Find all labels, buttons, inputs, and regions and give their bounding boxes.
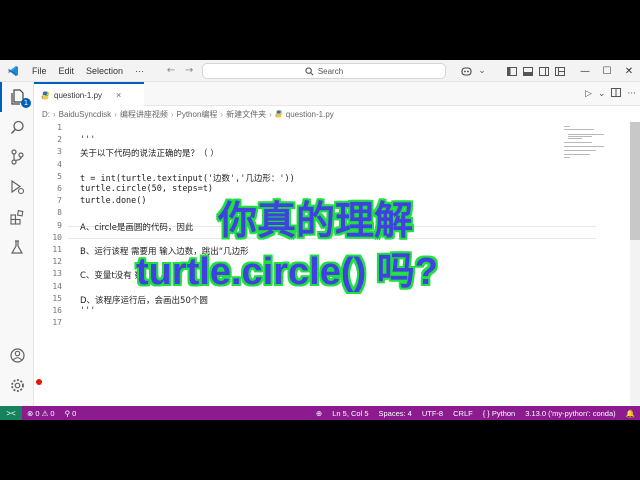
python-file-icon <box>275 110 283 118</box>
line-number: 9 <box>57 220 62 230</box>
line-number: 11 <box>52 245 62 254</box>
toggle-secondary-sidebar-icon[interactable] <box>536 60 552 82</box>
explorer-icon[interactable]: 1 <box>0 82 34 112</box>
customize-layout-icon[interactable] <box>552 60 568 82</box>
indentation[interactable]: Spaces: 4 <box>374 409 417 418</box>
activity-bar: 1 <box>0 82 34 406</box>
line-number: 7 <box>57 196 62 206</box>
toggle-panel-icon[interactable] <box>520 60 536 82</box>
tab-question-1[interactable]: question-1.py × <box>34 82 144 106</box>
ports-status[interactable]: ⚲ 0 <box>60 409 82 418</box>
run-python-file-icon[interactable]: ▷ <box>585 89 592 99</box>
forward-arrow-icon[interactable]: → <box>180 65 198 76</box>
code-line[interactable]: turtle.circle(50, steps=t) <box>80 184 213 194</box>
python-file-icon <box>41 90 50 100</box>
manage-gear-icon[interactable] <box>0 370 34 400</box>
line-number: 8 <box>57 208 62 218</box>
python-interpreter[interactable]: 3.13.0 ('my-python': conda) <box>520 409 620 418</box>
language-mode[interactable]: { } Python <box>478 409 521 418</box>
extensions-icon[interactable] <box>0 202 34 232</box>
split-editor-icon[interactable] <box>611 88 622 100</box>
overlay-caption-line1: 你真的理解 <box>218 199 414 244</box>
encoding[interactable]: UTF-8 <box>417 409 448 418</box>
breadcrumb-python-folder[interactable]: Python编程 <box>177 109 218 120</box>
tab-label: question-1.py <box>54 90 103 100</box>
breadcrumb-baidusyncdisk[interactable]: BaiduSyncdisk <box>59 110 111 119</box>
line-number: 5 <box>57 171 62 181</box>
toggle-primary-sidebar-icon[interactable] <box>504 60 520 82</box>
back-arrow-icon[interactable]: ← <box>162 65 180 76</box>
editor-actions: ▷ ⌄ ··· <box>585 82 636 106</box>
testing-flask-icon[interactable] <box>0 232 34 262</box>
status-bar-right: ⊕ Ln 5, Col 5 Spaces: 4 UTF-8 CRLF { } P… <box>311 406 640 420</box>
end-of-line[interactable]: CRLF <box>448 409 478 418</box>
close-tab-icon[interactable]: × <box>116 90 121 100</box>
zoom-icon[interactable]: ⊕ <box>311 409 327 418</box>
letterbox-bottom <box>0 420 640 480</box>
line-number: 3 <box>57 147 62 157</box>
menu-edit[interactable]: Edit <box>53 66 81 76</box>
more-actions-icon[interactable]: ··· <box>627 89 636 99</box>
accounts-icon[interactable] <box>0 340 34 370</box>
minimize-icon[interactable]: — <box>574 60 596 82</box>
line-number: 17 <box>52 318 62 328</box>
line-number: 4 <box>57 159 62 169</box>
menu-file[interactable]: File <box>26 66 53 76</box>
line-number: 13 <box>52 269 62 279</box>
code-line[interactable]: ''' <box>80 306 95 316</box>
status-bar: >< ⊗ 0 ⚠ 0 ⚲ 0 ⊕ Ln 5, Col 5 Spaces: 4 U… <box>0 406 640 420</box>
problems-status[interactable]: ⊗ 0 ⚠ 0 <box>22 409 60 418</box>
code-line[interactable]: C、变量t没有 数 <box>80 269 143 281</box>
search-placeholder: Search <box>317 66 344 76</box>
line-number: 10 <box>52 232 62 242</box>
chevron-down-icon[interactable]: ⌄ <box>474 60 490 82</box>
letterbox-top <box>0 0 640 60</box>
line-number: 12 <box>52 257 62 267</box>
breadcrumb-drive[interactable]: D: <box>42 110 50 119</box>
editor-tabs: question-1.py × ▷ ⌄ ··· <box>34 82 640 106</box>
breakpoint-icon[interactable] <box>36 379 42 385</box>
breadcrumb-file[interactable]: question-1.py <box>286 110 334 119</box>
cursor-position[interactable]: Ln 5, Col 5 <box>327 409 373 418</box>
breadcrumb-videos-folder[interactable]: 编程讲座视频 <box>120 109 168 120</box>
code-line[interactable]: D、该程序运行后，会画出50个圆 <box>80 294 208 306</box>
remote-indicator[interactable]: >< <box>0 406 22 420</box>
overlay-caption-line2: turtle.circle() 吗? <box>136 251 438 293</box>
search-icon <box>305 66 314 75</box>
code-line[interactable]: 关于以下代码的说法正确的是？（ ） <box>80 147 219 159</box>
notifications-bell-icon[interactable]: 🔔 <box>621 409 640 418</box>
code-line[interactable]: A、circle是画圆的代码，因此 <box>80 221 193 233</box>
explorer-badge: 1 <box>21 98 31 108</box>
source-control-icon[interactable] <box>0 142 34 172</box>
line-number: 14 <box>52 281 62 291</box>
line-number: 2 <box>57 135 62 145</box>
copilot-icon[interactable] <box>458 60 474 82</box>
code-line[interactable]: turtle.done() <box>80 196 147 206</box>
search-view-icon[interactable] <box>0 112 34 142</box>
menu-selection[interactable]: Selection <box>80 66 129 76</box>
editor-scrollbar-thumb[interactable] <box>630 122 640 240</box>
maximize-icon[interactable]: ☐ <box>596 60 618 82</box>
vscode-window: File Edit Selection ··· ← → Search ⌄ — ☐… <box>0 60 640 420</box>
command-center-search[interactable]: Search <box>202 63 446 79</box>
code-line[interactable]: ''' <box>80 135 95 145</box>
line-number: 6 <box>57 184 62 193</box>
line-number: 16 <box>52 306 62 315</box>
menu-more[interactable]: ··· <box>129 66 150 76</box>
titlebar-right: ⌄ — ☐ ✕ <box>458 60 640 82</box>
vscode-logo-icon <box>0 60 26 82</box>
run-dropdown-chevron-icon[interactable]: ⌄ <box>598 89 606 99</box>
line-number: 1 <box>57 123 62 132</box>
breadcrumb: D: › BaiduSyncdisk › 编程讲座视频 › Python编程 › 新建文… <box>42 109 334 120</box>
title-bar: File Edit Selection ··· ← → Search ⌄ — ☐… <box>0 60 640 82</box>
code-line[interactable]: t = int(turtle.textinput('边数','几边形：')) <box>80 172 295 184</box>
close-window-icon[interactable]: ✕ <box>618 60 640 82</box>
minimap[interactable] <box>562 122 622 162</box>
run-debug-icon[interactable] <box>0 172 34 202</box>
line-number: 15 <box>52 293 62 303</box>
breadcrumb-new-folder[interactable]: 新建文件夹 <box>226 109 266 120</box>
